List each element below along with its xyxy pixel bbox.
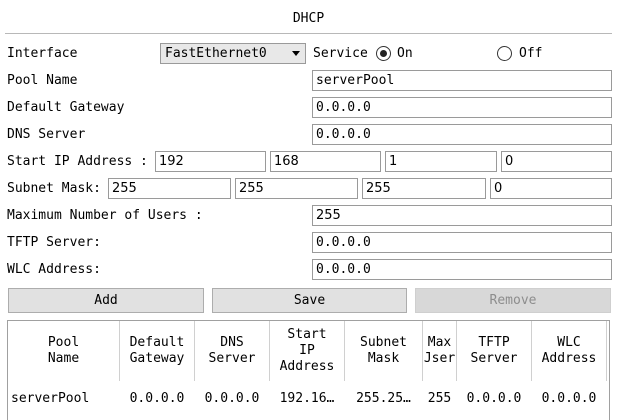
interface-label: Interface	[7, 46, 78, 61]
window-title: DHCP	[292, 11, 325, 26]
start-ip-octet-1[interactable]: 192	[155, 151, 266, 172]
add-button[interactable]: Add	[8, 288, 204, 313]
column-header-pool-name[interactable]: Pool Name	[8, 321, 120, 381]
service-label: Service	[313, 46, 368, 61]
service-off-radio[interactable]	[497, 46, 512, 61]
column-header-max-users[interactable]: Max Jser	[423, 321, 457, 381]
column-header-dns-server[interactable]: DNS Server	[195, 321, 270, 381]
cell-subnet-mask: 255.25…	[356, 391, 411, 406]
cell-start-ip: 192.16…	[279, 391, 335, 406]
pool-name-input[interactable]: serverPool	[312, 70, 612, 91]
subnet-mask-octet-3[interactable]: 255	[362, 178, 486, 199]
column-header-start-ip[interactable]: Start IP Address	[270, 321, 345, 381]
cell-dns-server: 0.0.0.0	[204, 391, 260, 406]
tftp-server-label: TFTP Server:	[7, 235, 101, 250]
default-gateway-input[interactable]: 0.0.0.0	[312, 97, 612, 118]
chevron-down-icon	[292, 51, 300, 56]
default-gateway-label: Default Gateway	[7, 100, 125, 115]
radio-selected-dot	[380, 50, 387, 57]
subnet-mask-label: Subnet Mask:	[7, 181, 101, 196]
cell-pool-name: serverPool	[11, 391, 90, 406]
cell-wlc-address: 0.0.0.0	[541, 391, 597, 406]
service-on-label: On	[397, 46, 413, 61]
start-ip-octet-4[interactable]: 0	[501, 151, 612, 172]
dns-server-input[interactable]: 0.0.0.0	[312, 124, 612, 145]
start-ip-octet-2[interactable]: 168	[270, 151, 381, 172]
start-ip-octet-3[interactable]: 1	[385, 151, 497, 172]
cell-default-gateway: 0.0.0.0	[129, 391, 185, 406]
save-button[interactable]: Save	[212, 288, 407, 313]
wlc-address-input[interactable]: 0.0.0.0	[312, 259, 612, 280]
max-users-input[interactable]: 255	[312, 205, 612, 226]
max-users-label: Maximum Number of Users :	[7, 208, 203, 223]
remove-button[interactable]: Remove	[415, 288, 611, 313]
wlc-address-label: WLC Address:	[7, 262, 101, 277]
interface-dropdown[interactable]: FastEthernet0	[160, 43, 306, 64]
subnet-mask-octet-1[interactable]: 255	[108, 178, 231, 199]
cell-max-users: 255	[427, 391, 452, 406]
column-header-subnet-mask[interactable]: Subnet Mask	[345, 321, 423, 381]
column-header-wlc-address[interactable]: WLC Address	[532, 321, 607, 381]
cell-tftp-server: 0.0.0.0	[466, 391, 522, 406]
interface-dropdown-value: FastEthernet0	[165, 46, 267, 61]
service-off-label: Off	[519, 46, 543, 61]
dns-server-label: DNS Server	[7, 127, 86, 142]
title-divider	[5, 33, 612, 34]
column-header-default-gateway[interactable]: Default Gateway	[120, 321, 195, 381]
column-header-tftp-server[interactable]: TFTP Server	[457, 321, 532, 381]
start-ip-label: Start IP Address :	[7, 154, 148, 169]
subnet-mask-octet-2[interactable]: 255	[235, 178, 358, 199]
pools-table: Pool Name Default Gateway DNS Server Sta…	[7, 320, 610, 420]
pool-name-label: Pool Name	[7, 73, 78, 88]
tftp-server-input[interactable]: 0.0.0.0	[312, 232, 612, 253]
service-on-radio[interactable]	[376, 46, 391, 61]
subnet-mask-octet-4[interactable]: 0	[490, 178, 612, 199]
